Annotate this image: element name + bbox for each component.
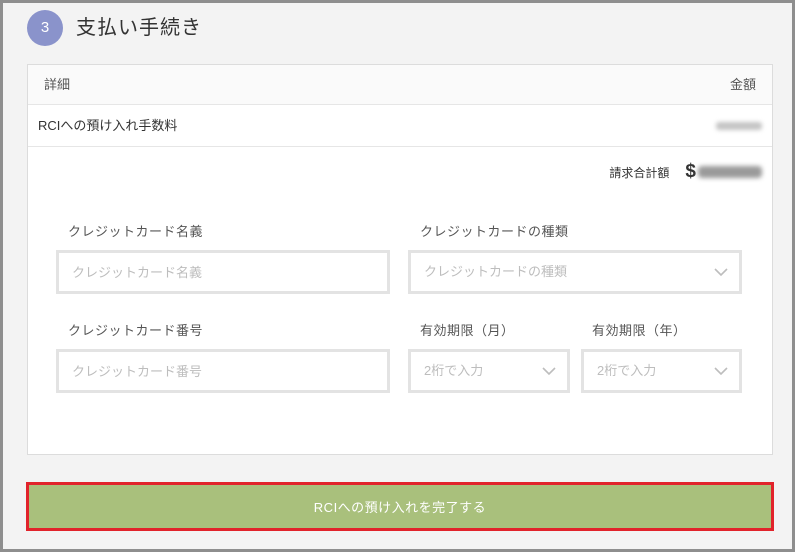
total-label: 請求合計額 [609, 165, 670, 180]
expiry-year-placeholder: 2桁で入力 [597, 363, 657, 378]
card-type-placeholder: クレジットカードの種類 [424, 264, 568, 279]
payment-page: 3 支払い手続き 詳細 金額 RCIへの預け入れ手数料 請求合計額 $ クレジッ… [0, 0, 795, 552]
highlight-frame: RCIへの預け入れを完了する [26, 482, 774, 531]
redacted-total-amount [698, 166, 762, 178]
card-number-field [56, 349, 390, 393]
expiry-month-select[interactable]: 2桁で入力 [408, 349, 570, 393]
card-type-label: クレジットカードの種類 [420, 224, 569, 239]
chevron-down-icon [714, 367, 728, 376]
card-type-select[interactable]: クレジットカードの種類 [408, 250, 742, 294]
header-amount: 金額 [729, 77, 756, 92]
total-currency: $ [685, 161, 696, 182]
expiry-year-select[interactable]: 2桁で入力 [581, 349, 742, 393]
table-header: 詳細 金額 [28, 65, 772, 105]
expiry-year-label: 有効期限（年） [592, 323, 687, 338]
step-number-badge: 3 [27, 10, 63, 46]
chevron-down-icon [542, 367, 556, 376]
payment-panel: 詳細 金額 RCIへの預け入れ手数料 請求合計額 $ クレジットカード名義 クレ… [27, 64, 773, 455]
header-detail: 詳細 [44, 77, 71, 92]
card-number-input[interactable] [59, 352, 387, 390]
table-row: RCIへの預け入れ手数料 [28, 105, 772, 147]
complete-deposit-button[interactable]: RCIへの預け入れを完了する [29, 485, 771, 528]
card-name-input[interactable] [59, 253, 387, 291]
card-number-label: クレジットカード番号 [68, 323, 204, 338]
fee-label: RCIへの預け入れ手数料 [38, 118, 178, 133]
redacted-fee-amount [716, 122, 762, 130]
page-title: 支払い手続き [76, 17, 202, 39]
card-name-label: クレジットカード名義 [68, 224, 204, 239]
expiry-month-label: 有効期限（月） [420, 323, 515, 338]
chevron-down-icon [714, 268, 728, 277]
expiry-month-placeholder: 2桁で入力 [424, 363, 484, 378]
total-amount: 請求合計額 $ [609, 161, 762, 183]
card-name-field [56, 250, 390, 294]
